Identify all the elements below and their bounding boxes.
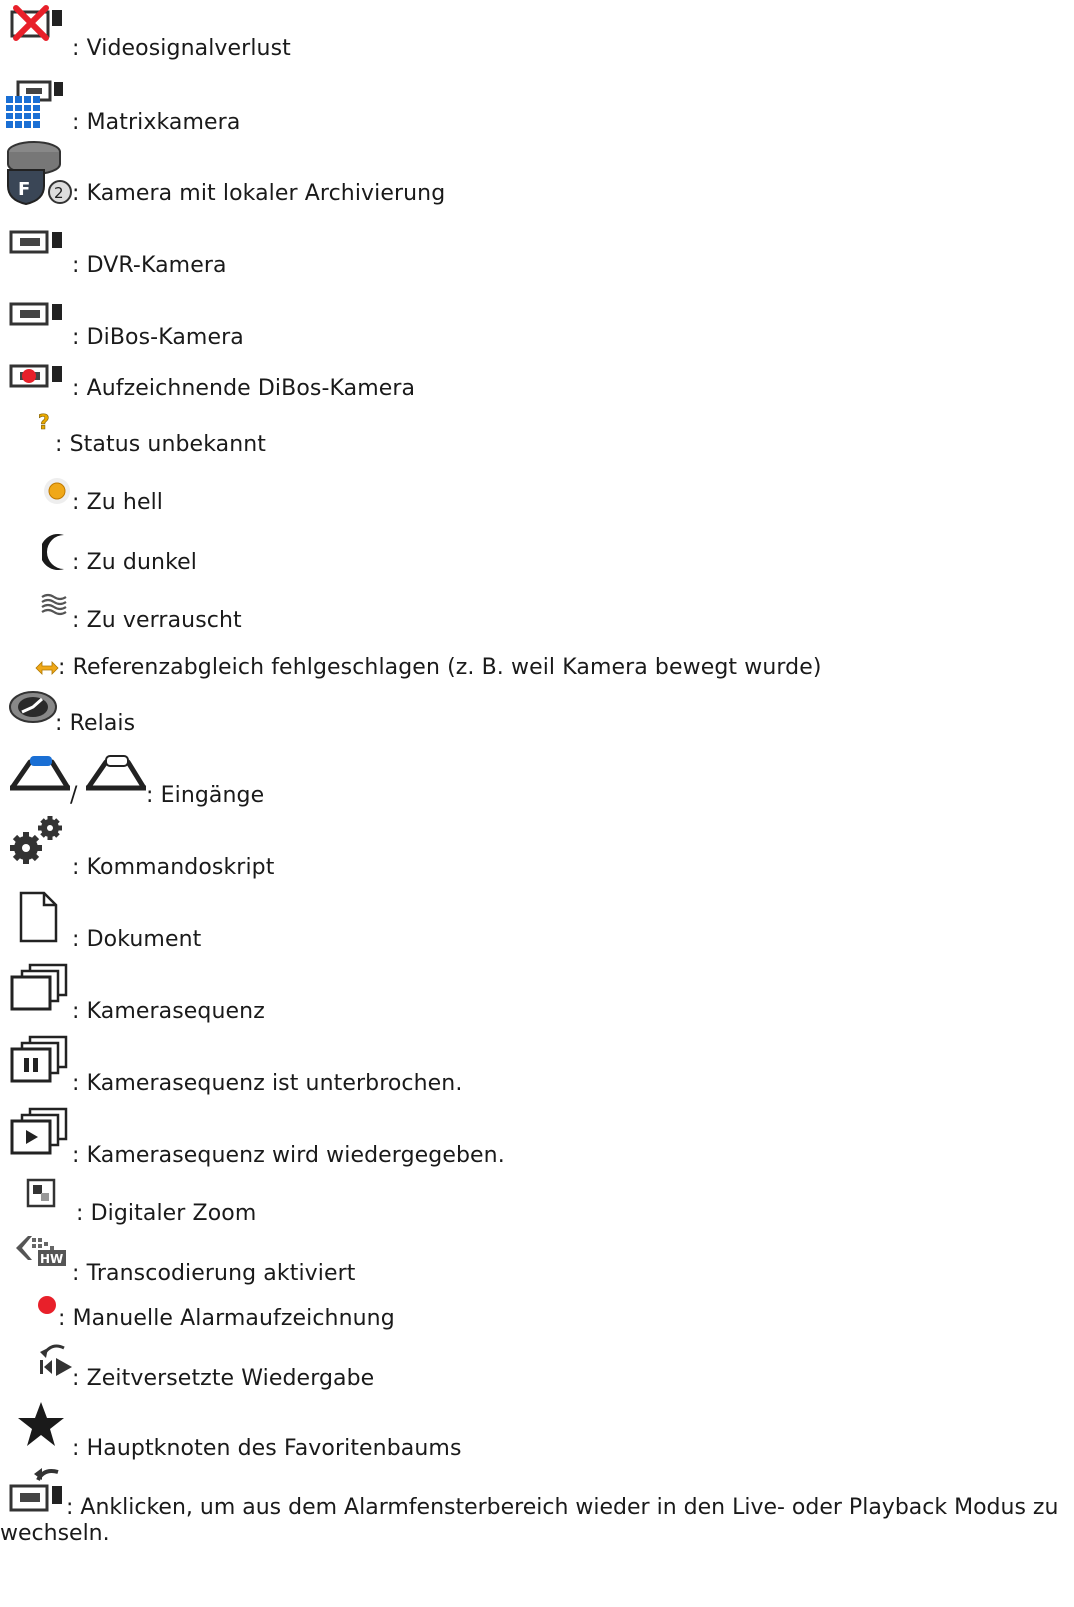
legend-label-wrapped: : Anklicken, um aus dem Alarmfensterbere… <box>0 1495 1070 1547</box>
recording-dibos-camera-icon <box>9 364 62 388</box>
legend-label: : Zu verrauscht <box>72 608 242 633</box>
red-dot-icon <box>38 1296 56 1314</box>
moon-icon <box>42 534 66 570</box>
legend-label: : Zu hell <box>72 490 164 515</box>
legend-label: : Referenzabgleich fehlgeschlagen (z. B.… <box>58 655 822 680</box>
legend-label: : Kommandoskript <box>72 855 275 880</box>
svg-text:F: F <box>18 179 30 200</box>
transcoding-icon: HW <box>16 1236 66 1266</box>
legend-label: : Zeitversetzte Wiedergabe <box>72 1366 375 1391</box>
hw-badge: HW <box>40 1252 63 1266</box>
noise-icon <box>41 593 67 616</box>
document-icon <box>19 891 58 943</box>
legend-label: : Anklicken, um aus dem Alarmfensterbere… <box>0 1495 1059 1546</box>
legend-label: : Relais <box>55 711 136 736</box>
legend-label: : Hauptknoten des Favoritenbaums <box>72 1436 462 1461</box>
legend-label: : Zu dunkel <box>72 550 197 575</box>
gears-icon <box>10 816 62 864</box>
legend-label: : Transcodierung aktiviert <box>72 1261 356 1286</box>
svg-text:?: ? <box>38 410 50 434</box>
legend-label: : DVR-Kamera <box>72 253 227 278</box>
legend-label: : Kamerasequenz ist unterbrochen. <box>72 1071 463 1096</box>
legend-label: : Dokument <box>72 927 202 952</box>
matrix-camera-icon <box>6 80 63 128</box>
input-active-icon <box>9 756 71 791</box>
relay-icon <box>9 691 57 723</box>
legend-label: : Aufzeichnende DiBos-Kamera <box>72 376 416 401</box>
legend-label: : Eingänge <box>146 783 265 808</box>
input-icon <box>85 755 147 791</box>
instant-playback-icon <box>40 1344 72 1376</box>
local-archive-camera-icon: F 2 <box>7 141 72 206</box>
double-arrow-icon <box>35 661 59 675</box>
dibos-camera-icon <box>9 302 62 326</box>
legend-label: : Matrixkamera <box>72 110 241 135</box>
svg-text:2: 2 <box>54 184 64 202</box>
digital-zoom-icon <box>26 1178 56 1208</box>
legend-label: : Digitaler Zoom <box>76 1201 257 1226</box>
question-mark-icon: ? <box>38 410 50 434</box>
legend-label: : Status unbekannt <box>55 432 267 457</box>
legend-label: : DiBos-Kamera <box>72 325 244 350</box>
legend-label: : Kamera mit lokaler Archivierung <box>72 181 446 206</box>
camera-sequence-icon <box>10 963 68 1011</box>
legend-label: : Manuelle Alarmaufzeichnung <box>58 1306 395 1331</box>
sun-icon <box>44 478 70 504</box>
sequence-playing-icon <box>10 1107 68 1155</box>
legend-label: : Videosignalverlust <box>72 36 291 61</box>
inputs-separator: / <box>70 783 78 808</box>
star-icon <box>18 1402 64 1446</box>
camera-signal-loss-icon <box>10 5 62 41</box>
legend-label: : Kamerasequenz wird wiedergegeben. <box>72 1143 505 1168</box>
sequence-paused-icon <box>10 1035 68 1083</box>
legend-label: : Kamerasequenz <box>72 999 265 1024</box>
dvr-camera-icon <box>9 230 62 254</box>
